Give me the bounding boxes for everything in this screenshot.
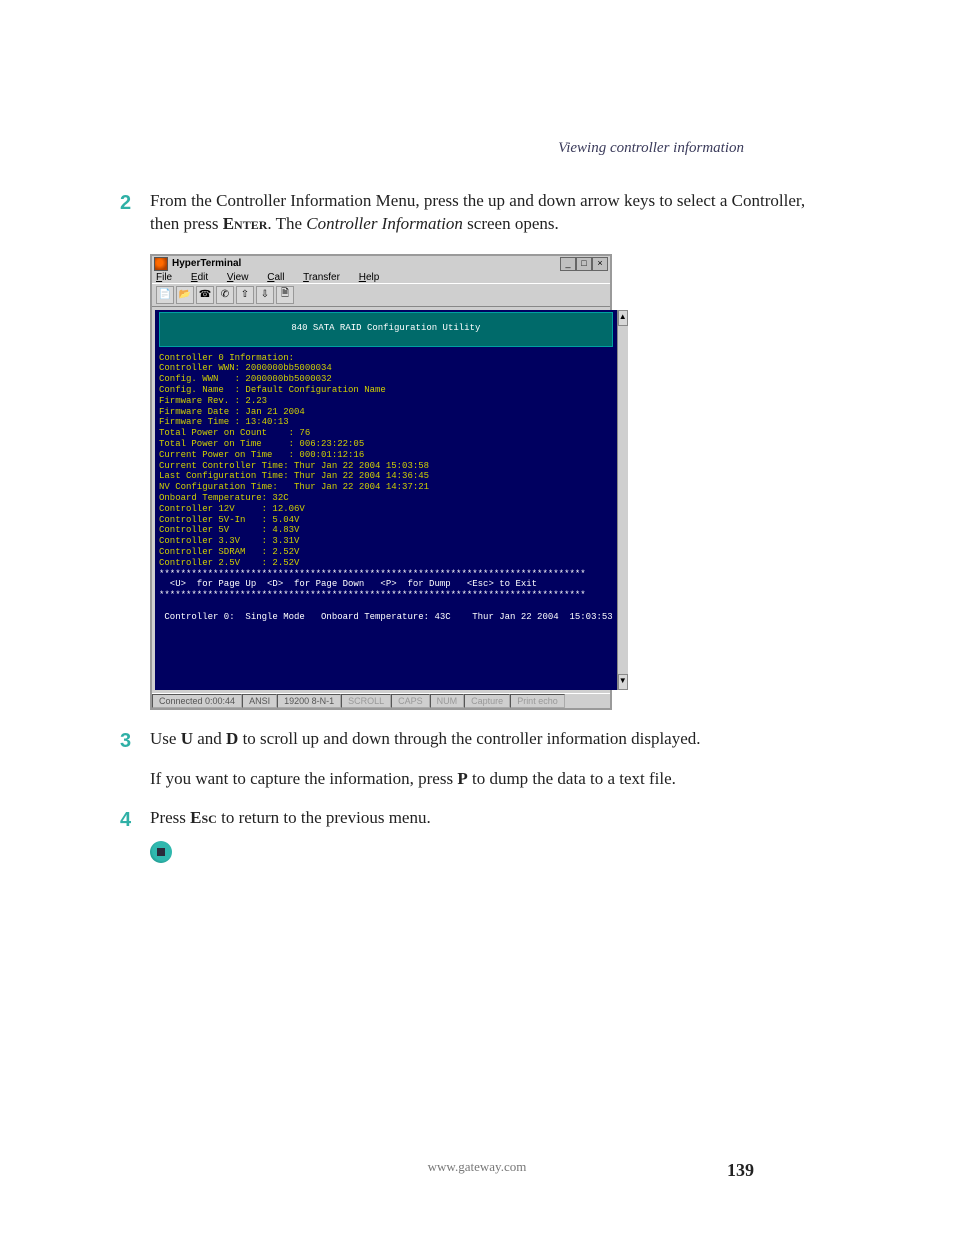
term-line: Controller 2.5V : 2.52V xyxy=(159,558,613,569)
scroll-up-icon[interactable]: ▲ xyxy=(618,310,628,326)
term-line: Config. WWN : 2000000bb5000032 xyxy=(159,374,613,385)
text: to dump the data to a text file. xyxy=(468,769,676,788)
text: to return to the previous menu. xyxy=(217,808,431,827)
term-line: Last Configuration Time: Thur Jan 22 200… xyxy=(159,471,613,482)
term-line: Config. Name : Default Configuration Nam… xyxy=(159,385,613,396)
text: to scroll up and down through the contro… xyxy=(238,729,700,748)
end-of-procedure-icon xyxy=(150,841,172,863)
step-2: 2 From the Controller Information Menu, … xyxy=(120,190,834,236)
properties-icon[interactable]: 🗎 xyxy=(276,286,294,304)
new-file-icon[interactable]: 📄 xyxy=(156,286,174,304)
menu-help[interactable]: Help xyxy=(359,272,388,283)
stop-icon xyxy=(157,848,165,856)
receive-icon[interactable]: ⇩ xyxy=(256,286,274,304)
term-line: Firmware Time : 13:40:13 xyxy=(159,417,613,428)
step-number: 3 xyxy=(120,728,140,752)
send-icon[interactable]: ⇧ xyxy=(236,286,254,304)
term-line: Controller SDRAM : 2.52V xyxy=(159,547,613,558)
step-text: Use U and D to scroll up and down throug… xyxy=(150,728,701,751)
status-caps: CAPS xyxy=(391,694,430,708)
term-commands: <U> for Page Up <D> for Page Down <P> fo… xyxy=(159,579,613,590)
hyperterminal-window: HyperTerminal _ □ × File Edit View Call … xyxy=(150,254,612,710)
step-3-note: If you want to capture the information, … xyxy=(150,768,834,791)
key-p: P xyxy=(457,769,467,788)
terminal-area[interactable]: 840 SATA RAID Configuration Utility Cont… xyxy=(155,310,617,690)
page-number: 139 xyxy=(727,1160,754,1181)
status-printecho: Print echo xyxy=(510,694,565,708)
text: . The xyxy=(267,214,306,233)
status-capture: Capture xyxy=(464,694,510,708)
term-line: Current Power on Time : 000:01:12:16 xyxy=(159,450,613,461)
text: If you want to capture the information, … xyxy=(150,769,457,788)
term-line: Controller 5V-In : 5.04V xyxy=(159,515,613,526)
term-line: Controller WWN: 2000000bb5000034 xyxy=(159,363,613,374)
footer-url: www.gateway.com xyxy=(0,1159,954,1175)
text: Use xyxy=(150,729,181,748)
menubar: File Edit View Call Transfer Help xyxy=(152,272,610,283)
running-header: Viewing controller information xyxy=(558,140,744,157)
text: and xyxy=(193,729,226,748)
key-esc: Esc xyxy=(190,808,217,827)
term-line: NV Configuration Time: Thur Jan 22 2004 … xyxy=(159,482,613,493)
term-status-line: Controller 0: Single Mode Onboard Temper… xyxy=(159,612,613,623)
term-blank xyxy=(159,601,613,612)
term-line: Onboard Temperature: 32C xyxy=(159,493,613,504)
terminal-title: 840 SATA RAID Configuration Utility xyxy=(159,312,613,347)
term-line: Total Power on Time : 006:23:22:05 xyxy=(159,439,613,450)
term-line: Total Power on Count : 76 xyxy=(159,428,613,439)
step-number: 2 xyxy=(120,190,140,214)
open-folder-icon[interactable]: 📂 xyxy=(176,286,194,304)
hangup-icon[interactable]: ✆ xyxy=(216,286,234,304)
step-text: Press Esc to return to the previous menu… xyxy=(150,807,431,830)
step-number: 4 xyxy=(120,807,140,831)
text: screen opens. xyxy=(463,214,559,233)
menu-call[interactable]: Call xyxy=(267,272,292,283)
menu-file[interactable]: File xyxy=(156,272,180,283)
statusbar: Connected 0:00:44 ANSI 19200 8-N-1 SCROL… xyxy=(152,693,610,708)
window-title: HyperTerminal xyxy=(172,258,556,269)
status-config: 19200 8-N-1 xyxy=(277,694,341,708)
term-divider: ****************************************… xyxy=(159,569,613,580)
key-enter: Enter xyxy=(223,214,268,233)
scrollbar[interactable]: ▲ ▼ xyxy=(617,310,628,690)
minimize-button[interactable]: _ xyxy=(560,257,576,271)
menu-transfer[interactable]: Transfer xyxy=(303,272,348,283)
screen-name: Controller Information xyxy=(306,214,463,233)
menu-edit[interactable]: Edit xyxy=(191,272,216,283)
status-scroll: SCROLL xyxy=(341,694,391,708)
step-3: 3 Use U and D to scroll up and down thro… xyxy=(120,728,834,752)
step-text: From the Controller Information Menu, pr… xyxy=(150,190,834,236)
term-line: Firmware Rev. : 2.23 xyxy=(159,396,613,407)
status-num: NUM xyxy=(430,694,465,708)
term-line: Current Controller Time: Thur Jan 22 200… xyxy=(159,461,613,472)
maximize-button[interactable]: □ xyxy=(576,257,592,271)
window-titlebar: HyperTerminal _ □ × xyxy=(152,256,610,272)
status-emulation: ANSI xyxy=(242,694,277,708)
key-u: U xyxy=(181,729,193,748)
status-connection: Connected 0:00:44 xyxy=(152,694,242,708)
term-line: Firmware Date : Jan 21 2004 xyxy=(159,407,613,418)
term-line: Controller 3.3V : 3.31V xyxy=(159,536,613,547)
menu-view[interactable]: View xyxy=(227,272,257,283)
app-icon xyxy=(154,257,168,271)
key-d: D xyxy=(226,729,238,748)
term-line: Controller 12V : 12.06V xyxy=(159,504,613,515)
term-divider: ****************************************… xyxy=(159,590,613,601)
term-line: Controller 5V : 4.83V xyxy=(159,525,613,536)
step-4: 4 Press Esc to return to the previous me… xyxy=(120,807,834,831)
toolbar: 📄 📂 ☎ ✆ ⇧ ⇩ 🗎 xyxy=(152,283,610,307)
close-button[interactable]: × xyxy=(592,257,608,271)
term-line: Controller 0 Information: xyxy=(159,353,613,364)
text: Press xyxy=(150,808,190,827)
call-icon[interactable]: ☎ xyxy=(196,286,214,304)
scroll-down-icon[interactable]: ▼ xyxy=(618,674,628,690)
